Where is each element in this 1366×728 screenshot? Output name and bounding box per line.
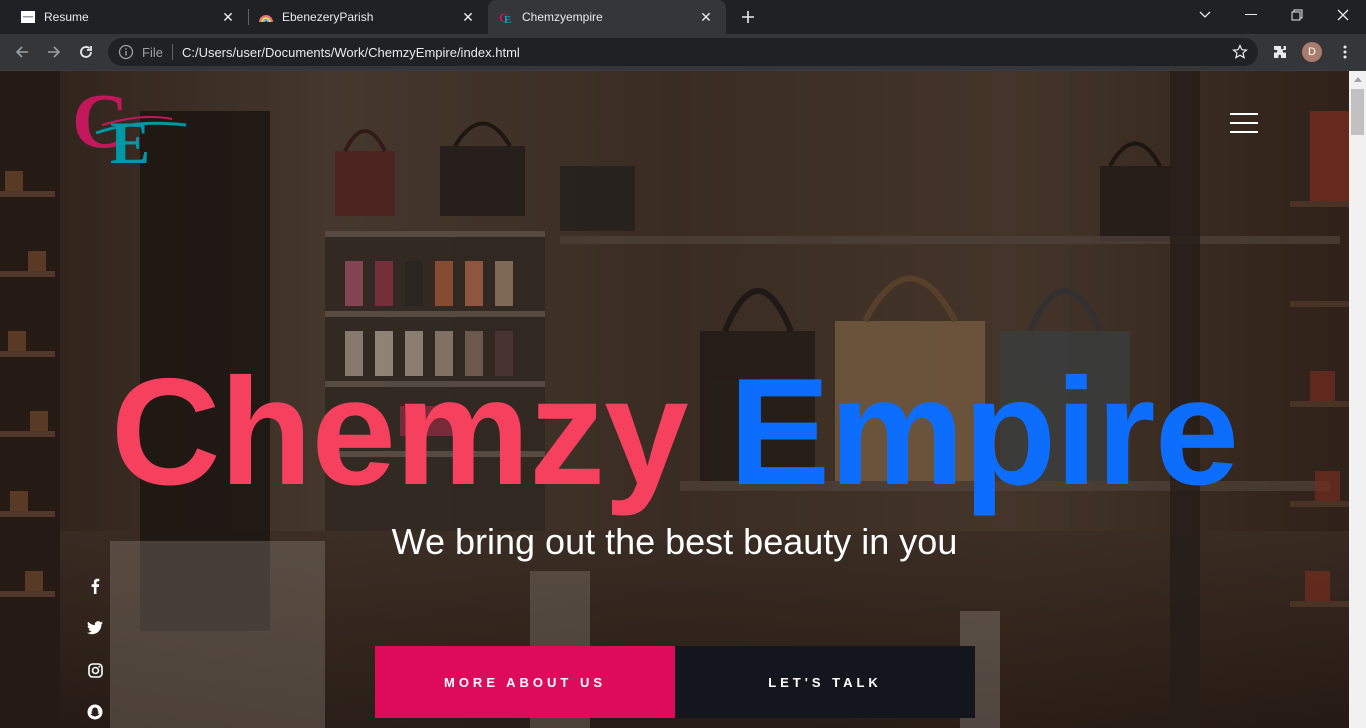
tab-strip: Resume ✕ EbenezeryParish ✕ C E Chemzyemp… — [0, 0, 1366, 34]
forward-icon[interactable] — [42, 40, 66, 64]
close-window-icon[interactable] — [1320, 0, 1366, 30]
more-about-us-button[interactable]: MORE ABOUT US — [375, 646, 675, 718]
address-divider — [171, 44, 173, 60]
hero-subtitle: We bring out the best beauty in you — [391, 521, 958, 562]
tab-title: Resume — [44, 10, 89, 24]
hero-title: Chemzy Empire — [0, 347, 1349, 517]
new-tab-icon[interactable] — [737, 6, 759, 28]
reload-icon[interactable] — [74, 40, 98, 64]
rainbow-favicon-icon — [259, 15, 273, 23]
page-viewport: C E Chemzy Empire We bring out the best … — [0, 71, 1349, 728]
browser-toolbar: File C:/Users/user/Documents/Work/Chemzy… — [0, 34, 1366, 71]
instagram-icon[interactable] — [85, 660, 105, 680]
svg-text:E: E — [504, 14, 511, 25]
hero-title-word-chemzy: Chemzy — [110, 347, 689, 517]
resume-favicon-icon — [21, 11, 35, 23]
ce-favicon-icon: C E — [499, 10, 511, 25]
snapchat-icon[interactable] — [85, 702, 105, 722]
chemzy-empire-logo[interactable]: C E — [72, 87, 204, 167]
scheme-label: File — [142, 44, 163, 60]
address-bar[interactable]: File C:/Users/user/Documents/Work/Chemzy… — [108, 38, 1258, 66]
scrollbar-thumb[interactable] — [1351, 89, 1364, 135]
minimize-icon[interactable] — [1228, 0, 1274, 30]
profile-avatar[interactable]: D — [1302, 42, 1322, 62]
tab-title: Chemzyempire — [522, 10, 603, 24]
extensions-icon[interactable] — [1268, 40, 1292, 64]
back-icon[interactable] — [10, 40, 34, 64]
page-scrollbar[interactable] — [1349, 71, 1366, 728]
restore-icon[interactable] — [1274, 0, 1320, 30]
hero-title-word-empire: Empire — [728, 347, 1239, 517]
tab-chemzyempire[interactable]: C E Chemzyempire ✕ — [488, 0, 726, 34]
facebook-icon[interactable] — [85, 576, 105, 596]
hamburger-menu-icon[interactable] — [1230, 111, 1258, 135]
twitter-icon[interactable] — [85, 618, 105, 638]
tab-ebenezeryparish[interactable]: EbenezeryParish ✕ — [238, 0, 488, 34]
tab-close-icon[interactable]: ✕ — [460, 9, 476, 25]
tab-close-icon[interactable]: ✕ — [698, 9, 714, 25]
bookmark-star-icon[interactable] — [1232, 44, 1248, 60]
scroll-up-arrow-icon[interactable] — [1349, 71, 1366, 88]
tab-title: EbenezeryParish — [282, 10, 374, 24]
tab-resume[interactable]: Resume ✕ — [0, 0, 248, 34]
lets-talk-button[interactable]: LET'S TALK — [675, 646, 975, 718]
url-text[interactable]: C:/Users/user/Documents/Work/ChemzyEmpir… — [182, 45, 520, 60]
info-icon[interactable] — [118, 44, 134, 60]
menu-kebab-icon[interactable] — [1333, 40, 1357, 64]
tab-search-chevron-icon[interactable] — [1182, 0, 1228, 30]
tab-close-icon[interactable]: ✕ — [220, 9, 236, 25]
